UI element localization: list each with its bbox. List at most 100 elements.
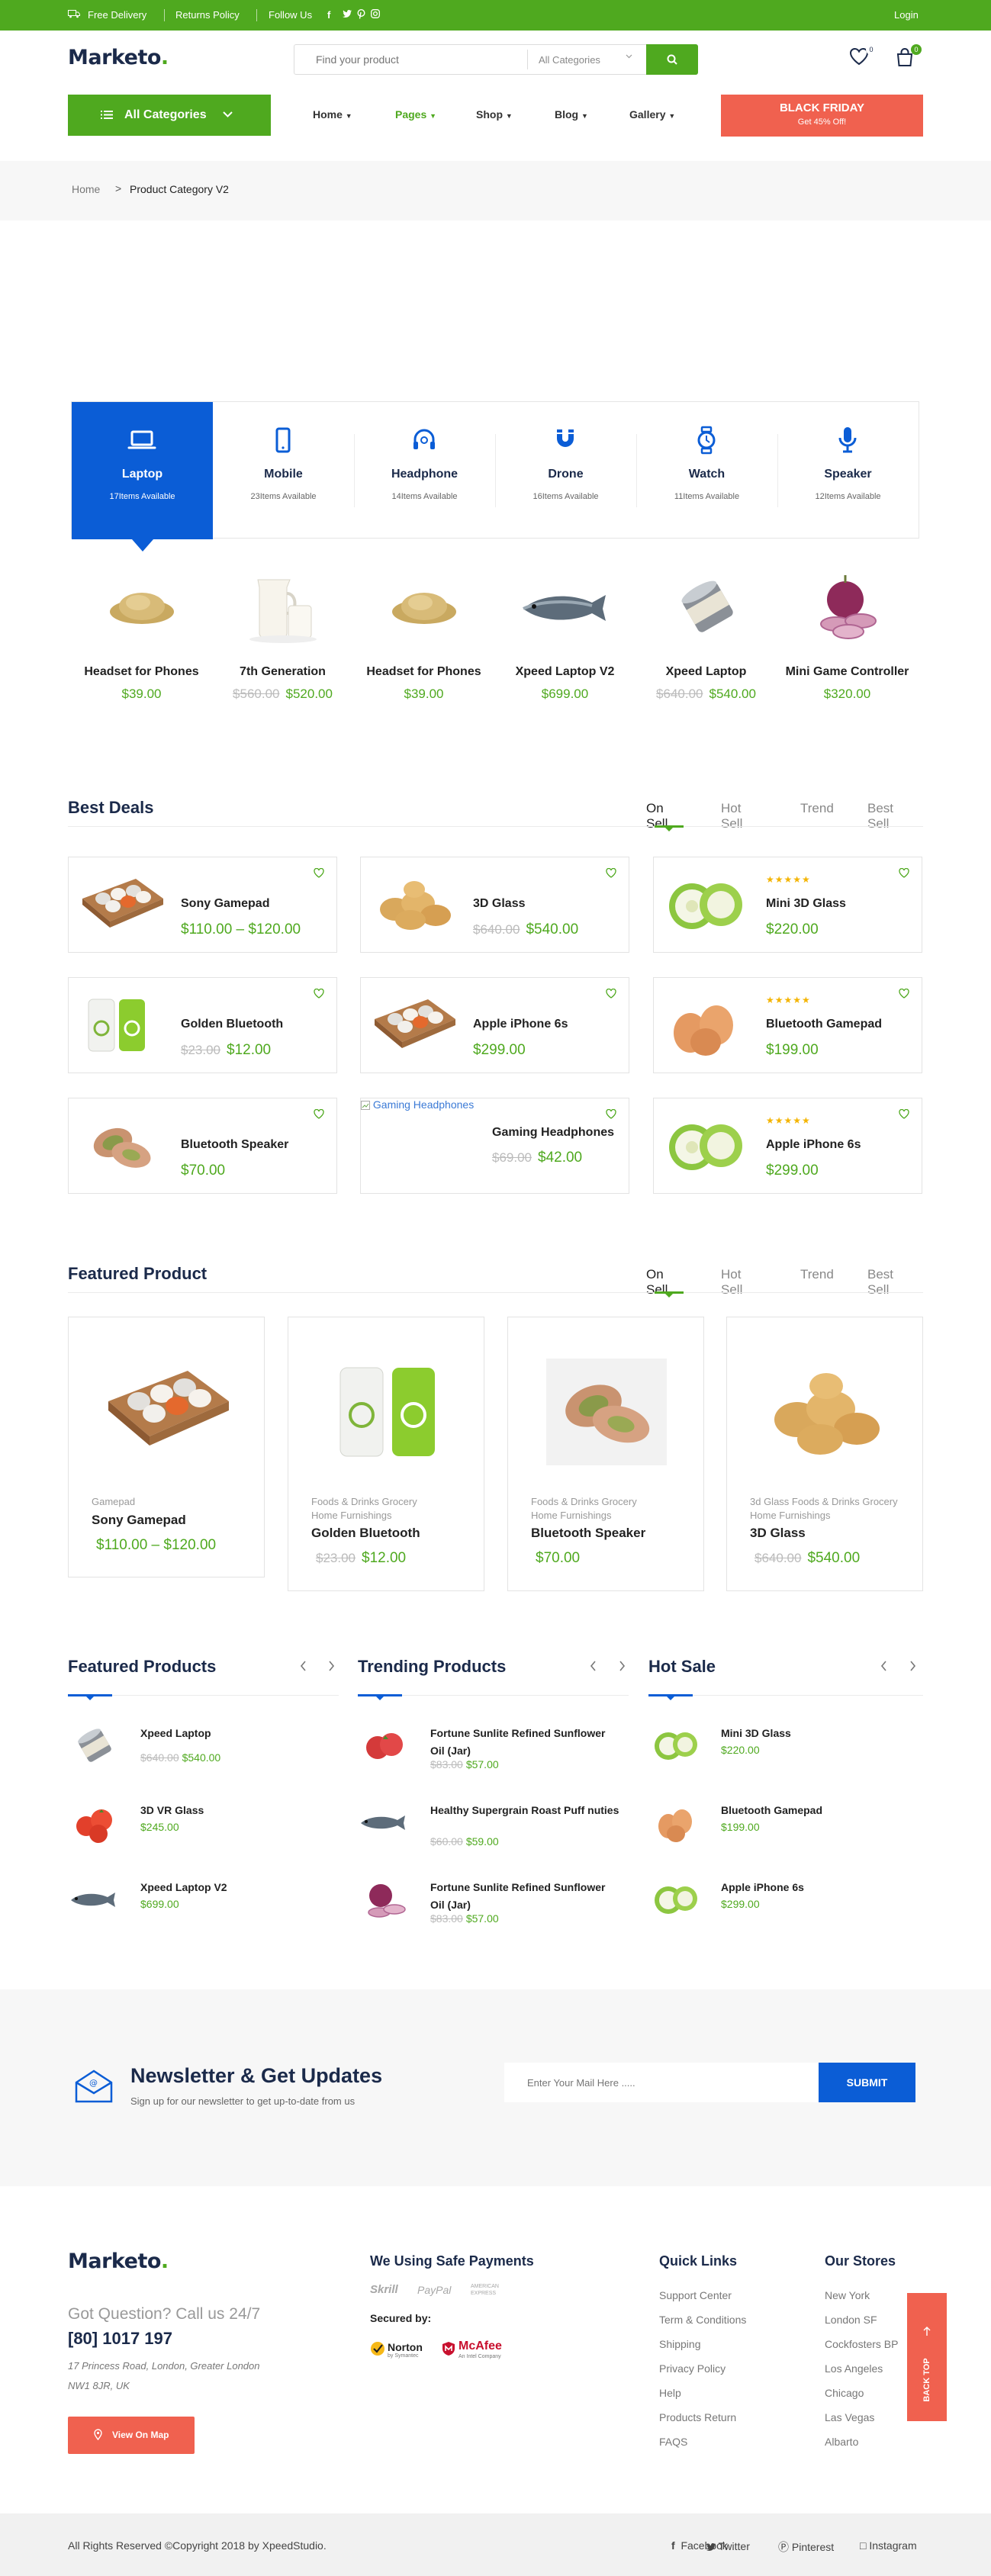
social-link-pinterest[interactable]: Ⓟ Pinterest: [778, 2539, 834, 2555]
wishlist-heart-icon[interactable]: [606, 989, 616, 999]
wishlist-heart-icon[interactable]: [314, 868, 324, 878]
footer-link[interactable]: Privacy Policy: [659, 2362, 726, 2375]
list-item[interactable]: Xpeed Laptop $640.00 $540.00: [68, 1719, 335, 1772]
footer-link[interactable]: Support Center: [659, 2289, 732, 2301]
deal-card[interactable]: 3D Glass $640.00 $540.00: [360, 857, 629, 953]
list-item[interactable]: Mini 3D Glass $220.00: [648, 1719, 915, 1772]
returns-policy-link[interactable]: Returns Policy: [175, 9, 240, 21]
black-friday-banner[interactable]: BLACK FRIDAY Get 45% Off!: [721, 95, 923, 137]
search-category-select[interactable]: All Categories: [527, 50, 642, 69]
footer-logo[interactable]: Marketo.: [68, 2250, 169, 2273]
footer-link[interactable]: Chicago: [825, 2387, 864, 2399]
featured-product-card[interactable]: 3d Glass Foods & Drinks Grocery Home Furn…: [726, 1317, 923, 1591]
item-name[interactable]: 3D VR Glass: [140, 1802, 331, 1819]
social-link-instagram[interactable]: □ Instagram: [860, 2539, 917, 2552]
footer-link[interactable]: Help: [659, 2387, 681, 2399]
wishlist-heart-icon[interactable]: [314, 989, 324, 999]
facebook-icon[interactable]: f: [327, 9, 330, 21]
product-card[interactable]: Xpeed Laptop V2 $699.00: [494, 564, 635, 702]
product-category[interactable]: 3d Glass Foods & Drinks Grocery Home Furn…: [750, 1495, 898, 1523]
nav-home[interactable]: Home ▼: [313, 108, 352, 121]
list-item[interactable]: Xpeed Laptop V2 $699.00: [68, 1873, 335, 1926]
tab-trend[interactable]: Trend: [800, 801, 834, 816]
back-to-top-button[interactable]: BACK TOP: [907, 2293, 947, 2421]
view-on-map-button[interactable]: View On Map: [68, 2417, 195, 2454]
item-name[interactable]: Xpeed Laptop: [140, 1725, 331, 1742]
category-tab-speaker[interactable]: Speaker 12Items Available: [777, 402, 919, 539]
nav-blog[interactable]: Blog ▼: [555, 108, 588, 121]
product-name[interactable]: Mini Game Controller: [777, 665, 918, 679]
login-link[interactable]: Login: [894, 9, 919, 21]
list-item[interactable]: Fortune Sunlite Refined Sunflower Oil (J…: [358, 1719, 625, 1772]
item-name[interactable]: Fortune Sunlite Refined Sunflower Oil (J…: [430, 1879, 621, 1914]
chevron-left-icon[interactable]: [590, 1661, 597, 1671]
deal-card[interactable]: ★★★★★ Apple iPhone 6s $299.00: [653, 1098, 922, 1194]
wishlist-heart-icon[interactable]: [606, 868, 616, 878]
deal-name[interactable]: Bluetooth Speaker: [181, 1138, 288, 1152]
deal-card[interactable]: Sony Gamepad $110.00 – $120.00: [68, 857, 337, 953]
list-item[interactable]: Healthy Supergrain Roast Puff nuties $60…: [358, 1796, 625, 1849]
deal-name[interactable]: Apple iPhone 6s: [766, 1138, 861, 1152]
tab-best-sell[interactable]: Best Sell: [867, 801, 893, 831]
list-item[interactable]: 3D VR Glass $245.00: [68, 1796, 335, 1849]
item-name[interactable]: Xpeed Laptop V2: [140, 1879, 331, 1896]
product-name[interactable]: Xpeed Laptop: [635, 665, 777, 679]
tab-trend[interactable]: Trend: [800, 1267, 834, 1282]
deal-name[interactable]: Bluetooth Gamepad: [766, 1018, 882, 1031]
footer-link[interactable]: Term & Conditions: [659, 2314, 746, 2326]
featured-product-card[interactable]: Foods & Drinks Grocery Home Furnishings B…: [507, 1317, 704, 1591]
item-name[interactable]: Apple iPhone 6s: [721, 1879, 912, 1896]
cart-button[interactable]: 0: [895, 44, 922, 67]
product-name[interactable]: Golden Bluetooth: [311, 1526, 420, 1541]
nav-shop[interactable]: Shop ▼: [476, 108, 513, 121]
product-name[interactable]: Xpeed Laptop V2: [494, 665, 635, 679]
list-item[interactable]: Apple iPhone 6s $299.00: [648, 1873, 915, 1926]
wishlist-heart-icon[interactable]: [899, 989, 909, 999]
chevron-left-icon[interactable]: [300, 1661, 307, 1671]
wishlist-button[interactable]: 0: [849, 44, 877, 66]
chevron-right-icon[interactable]: [909, 1661, 916, 1671]
wishlist-heart-icon[interactable]: [899, 1109, 909, 1119]
list-item[interactable]: Fortune Sunlite Refined Sunflower Oil (J…: [358, 1873, 625, 1926]
chevron-left-icon[interactable]: [880, 1661, 887, 1671]
logo[interactable]: Marketo.: [68, 46, 169, 69]
footer-link[interactable]: London SF: [825, 2314, 877, 2326]
category-tab-mobile[interactable]: Mobile 23Items Available: [213, 402, 354, 539]
footer-phone[interactable]: [80] 1017 197: [68, 2329, 172, 2349]
product-card[interactable]: 7th Generation $560.00 $520.00: [212, 564, 353, 702]
tab-best-sell[interactable]: Best Sell: [867, 1267, 893, 1298]
product-name[interactable]: 3D Glass: [750, 1526, 806, 1541]
deal-name[interactable]: Apple iPhone 6s: [473, 1018, 568, 1031]
wishlist-heart-icon[interactable]: [606, 1109, 616, 1119]
search-input[interactable]: [294, 45, 527, 74]
deal-card[interactable]: ★★★★★ Mini 3D Glass $220.00: [653, 857, 922, 953]
deal-card[interactable]: Gaming Headphones Gaming Headphones $69.…: [360, 1098, 629, 1194]
deal-name[interactable]: 3D Glass: [473, 897, 525, 911]
featured-product-card[interactable]: Gamepad Sony Gamepad $110.00 – $120.00: [68, 1317, 265, 1577]
product-name[interactable]: Bluetooth Speaker: [531, 1526, 645, 1541]
chevron-right-icon[interactable]: [328, 1661, 335, 1671]
pinterest-icon[interactable]: [357, 9, 365, 19]
deal-card[interactable]: Bluetooth Speaker $70.00: [68, 1098, 337, 1194]
product-card[interactable]: Headset for Phones $39.00: [71, 564, 212, 702]
item-name[interactable]: Mini 3D Glass: [721, 1725, 912, 1742]
chevron-right-icon[interactable]: [619, 1661, 626, 1671]
deal-card[interactable]: ★★★★★ Bluetooth Gamepad $199.00: [653, 977, 922, 1073]
deal-name[interactable]: Golden Bluetooth: [181, 1018, 283, 1031]
product-category[interactable]: Gamepad: [92, 1495, 135, 1509]
footer-link[interactable]: Shipping: [659, 2338, 701, 2350]
category-tab-watch[interactable]: Watch 11Items Available: [636, 402, 777, 539]
free-delivery-link[interactable]: Free Delivery: [88, 9, 146, 21]
product-name[interactable]: Headset for Phones: [353, 665, 494, 679]
social-link-twitter[interactable]: Twitter: [706, 2540, 750, 2552]
category-tab-headphone[interactable]: Headphone 14Items Available: [354, 402, 495, 539]
footer-link[interactable]: Las Vegas: [825, 2411, 874, 2423]
product-card[interactable]: Mini Game Controller $320.00: [777, 564, 918, 702]
footer-link[interactable]: Los Angeles: [825, 2362, 883, 2375]
list-item[interactable]: Bluetooth Gamepad $199.00: [648, 1796, 915, 1849]
product-name[interactable]: Headset for Phones: [71, 665, 212, 679]
footer-link[interactable]: FAQS: [659, 2436, 687, 2448]
item-name[interactable]: Healthy Supergrain Roast Puff nuties: [430, 1802, 621, 1819]
category-tab-drone[interactable]: Drone 16Items Available: [495, 402, 636, 539]
deal-name[interactable]: Sony Gamepad: [181, 897, 269, 911]
